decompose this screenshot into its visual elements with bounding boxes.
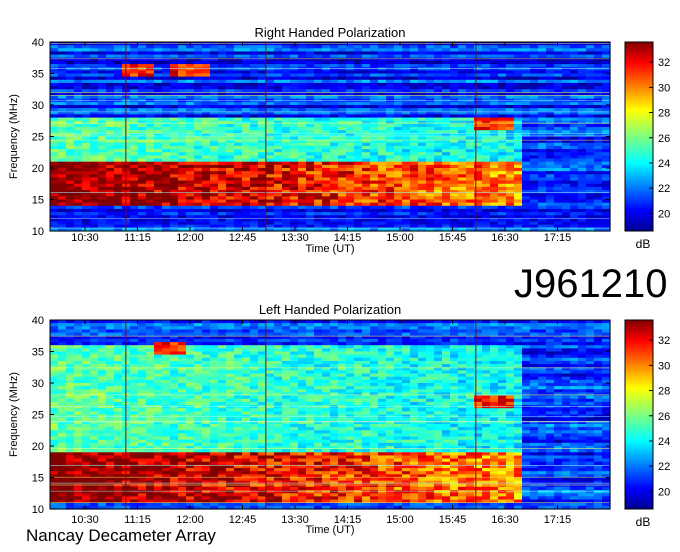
colorbar-tick-label: 26 <box>658 411 670 423</box>
colorbar-tick-label: 30 <box>658 360 670 372</box>
x-axis-label: Time (UT) <box>305 243 354 255</box>
panel-2: Left Handed Polarization 10:30 11:15 12:00 1… <box>8 302 670 536</box>
heatmap-cells <box>50 320 611 510</box>
observation-id: J961210 <box>514 262 668 306</box>
x-tick-label: 11:15 <box>124 232 151 244</box>
colorbar-tick-label: 22 <box>658 183 670 195</box>
x-tick-label: 10:30 <box>71 232 99 244</box>
colorbar-tick-label: 32 <box>658 57 670 69</box>
panel-1: Right Handed Polarization 10:30 11:15 12:00… <box>8 25 670 255</box>
y-tick-label: 40 <box>32 315 44 327</box>
colorbar <box>624 41 654 232</box>
colorbar-tick-label: 30 <box>658 82 670 94</box>
y-tick-label: 25 <box>32 410 44 422</box>
y-tick-label: 10 <box>32 226 44 238</box>
colorbar-tick-label: 24 <box>658 158 670 170</box>
x-tick-label: 16:30 <box>491 514 519 526</box>
y-tick-label: 35 <box>32 347 44 359</box>
x-axis-label: Time (UT) <box>305 524 354 536</box>
x-tick-label: 15:45 <box>439 514 467 526</box>
y-tick-label: 20 <box>32 441 44 453</box>
x-tick-label: 12:00 <box>176 514 204 526</box>
x-tick-label: 10:30 <box>71 514 99 526</box>
y-tick-label: 15 <box>32 473 44 485</box>
colorbar-tick-label: 22 <box>658 461 670 473</box>
y-tick-label: 40 <box>32 37 44 49</box>
y-axis-label: Frequency (MHz) <box>8 94 20 179</box>
colorbar-unit: dB <box>636 515 651 529</box>
colorbar <box>624 319 654 510</box>
x-tick-label: 15:45 <box>439 232 467 244</box>
colorbar-tick-label: 24 <box>658 436 670 448</box>
y-axis-label: Frequency (MHz) <box>8 372 20 457</box>
colorbar-tick-label: 32 <box>658 335 670 347</box>
y-tick-label: 20 <box>32 163 44 175</box>
x-tick-label: 17:15 <box>544 514 572 526</box>
colorbar-tick-label: 28 <box>658 386 670 398</box>
y-tick-label: 30 <box>32 378 44 390</box>
colorbar-tick-label: 20 <box>658 208 670 220</box>
x-tick-label: 12:00 <box>176 232 204 244</box>
colorbar-tick-label: 26 <box>658 133 670 145</box>
chart-title: Right Handed Polarization <box>254 25 405 40</box>
x-tick-label: 15:00 <box>386 514 414 526</box>
y-tick-label: 35 <box>32 69 44 81</box>
colorbar-tick-label: 28 <box>658 108 670 120</box>
colorbar-tick-label: 20 <box>658 486 670 498</box>
x-tick-label: 11:15 <box>124 514 151 526</box>
x-tick-label: 12:45 <box>229 514 257 526</box>
chart-title: Left Handed Polarization <box>259 302 401 317</box>
x-tick-label: 17:15 <box>544 232 572 244</box>
y-tick-label: 15 <box>32 195 44 207</box>
x-tick-label: 16:30 <box>491 232 519 244</box>
y-tick-label: 25 <box>32 132 44 144</box>
x-tick-label: 12:45 <box>229 232 257 244</box>
y-tick-label: 10 <box>32 504 44 516</box>
colorbar-unit: dB <box>636 237 651 251</box>
y-tick-label: 30 <box>32 100 44 112</box>
heatmap-cells <box>50 42 611 232</box>
x-tick-label: 15:00 <box>386 232 414 244</box>
instrument-label: Nancay Decameter Array <box>26 526 216 545</box>
